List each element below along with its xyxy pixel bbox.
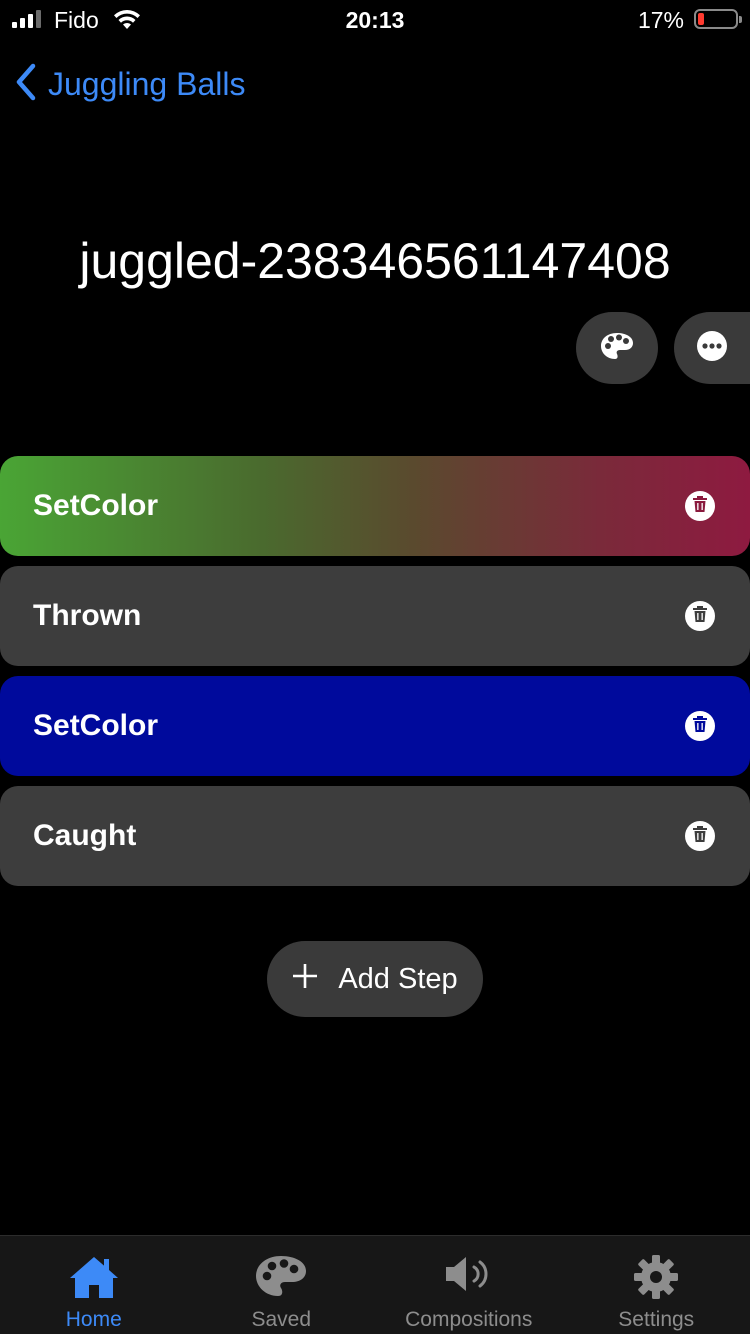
tab-saved[interactable]: Saved <box>188 1236 376 1334</box>
tab-settings[interactable]: Settings <box>563 1236 750 1334</box>
screen: Fido 20:13 17% Juggling Balls juggled-23… <box>0 0 750 1334</box>
step-row-thrown[interactable]: Thrown <box>0 566 750 666</box>
battery-icon <box>694 9 742 29</box>
step-label: Caught <box>33 819 137 852</box>
plus-icon <box>292 959 318 995</box>
gear-icon <box>633 1254 679 1305</box>
step-row-setcolor[interactable]: SetColor <box>0 456 750 556</box>
delete-button[interactable] <box>685 601 715 631</box>
trash-icon <box>692 825 708 848</box>
tab-label: Compositions <box>405 1308 533 1331</box>
trash-icon <box>692 605 708 628</box>
more-button[interactable] <box>674 312 750 384</box>
tab-compositions[interactable]: Compositions <box>375 1236 563 1334</box>
home-icon <box>68 1254 120 1305</box>
chevron-left-icon <box>14 62 38 107</box>
back-button[interactable]: Juggling Balls <box>14 62 245 107</box>
add-step-label: Add Step <box>338 962 458 995</box>
step-label: Thrown <box>33 599 142 632</box>
palette-icon <box>599 331 635 366</box>
tab-label: Home <box>65 1308 122 1331</box>
step-row-caught[interactable]: Caught <box>0 786 750 886</box>
step-row-setcolor[interactable]: SetColor <box>0 676 750 776</box>
tab-label: Saved <box>251 1308 312 1331</box>
step-label: SetColor <box>33 709 159 742</box>
delete-button[interactable] <box>685 821 715 851</box>
steps-list: SetColor Thrown SetColor Caught <box>0 456 750 896</box>
speaker-icon <box>444 1254 494 1299</box>
status-bar: Fido 20:13 17% <box>0 0 750 42</box>
add-step-button[interactable]: Add Step <box>267 941 483 1017</box>
trash-icon <box>692 715 708 738</box>
ellipsis-icon <box>696 330 728 367</box>
step-label: SetColor <box>33 489 159 522</box>
battery-percent: 17% <box>637 7 684 33</box>
tab-bar: Home Saved Compositions Settings <box>0 1235 750 1334</box>
back-button-label: Juggling Balls <box>48 66 246 102</box>
delete-button[interactable] <box>685 711 715 741</box>
trash-icon <box>692 495 708 518</box>
tab-home[interactable]: Home <box>0 1236 188 1334</box>
page-title: juggled-238346561147408 <box>79 233 671 289</box>
tab-label: Settings <box>618 1308 695 1331</box>
palette-icon <box>254 1254 308 1303</box>
delete-button[interactable] <box>685 491 715 521</box>
palette-button[interactable] <box>576 312 658 384</box>
